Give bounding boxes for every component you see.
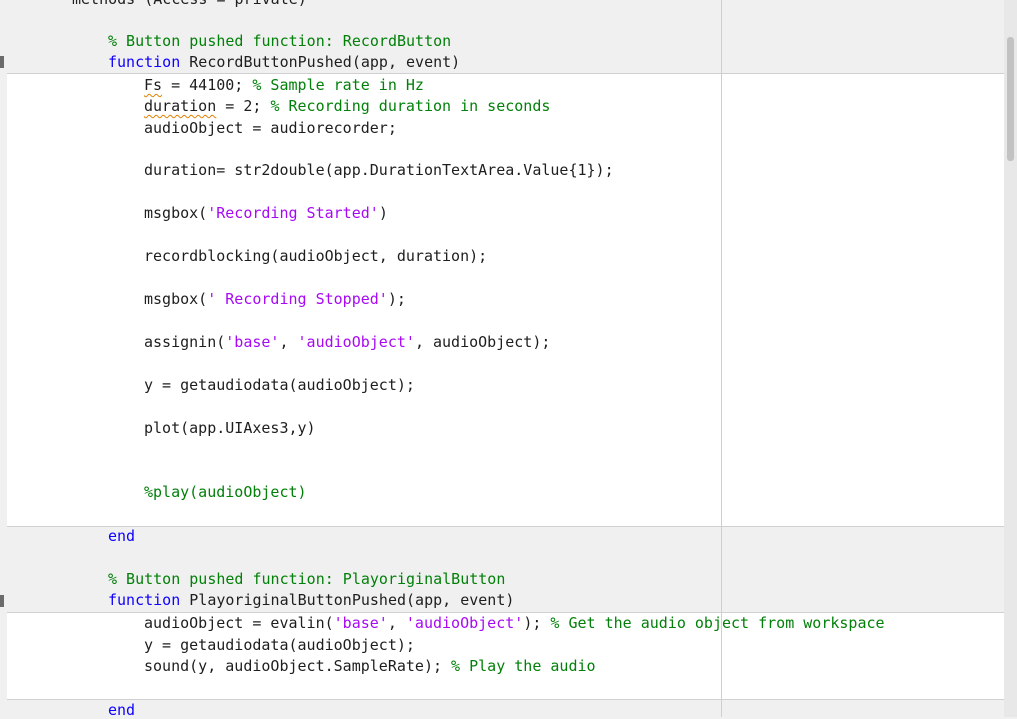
code-token: 'audioObject' <box>405 614 524 632</box>
code-line-methods-header[interactable]: methods (Access = private) <box>72 0 307 8</box>
code-line-recordblocking[interactable]: recordblocking(audioObject, duration); <box>144 247 487 265</box>
code-token: % Get the audio object from workspace <box>550 614 885 632</box>
code-token: 'base' <box>333 614 388 632</box>
code-token: function <box>108 53 181 71</box>
code-line-sound[interactable]: sound(y, audioObject.SampleRate); % Play… <box>144 657 596 675</box>
code-token: = 2; <box>216 97 271 115</box>
code-token: duration <box>144 97 217 115</box>
code-token: ); <box>523 614 551 632</box>
code-token: function <box>108 591 181 609</box>
code-line-comment-playoriginal[interactable]: % Button pushed function: PlayoriginalBu… <box>108 570 505 588</box>
code-token: duration= str2double(app.DurationTextAre… <box>144 161 614 179</box>
code-line-play-comment[interactable]: %play(audioObject) <box>144 483 307 501</box>
code-line-audiorecorder[interactable]: audioObject = audiorecorder; <box>144 119 397 137</box>
code-line-assignin[interactable]: assignin('base', 'audioObject', audioObj… <box>144 333 550 351</box>
code-token: plot(app.UIAxes3,y) <box>144 419 316 437</box>
code-token: , audioObject); <box>414 333 551 351</box>
code-line-msgbox-started[interactable]: msgbox('Recording Started') <box>144 204 388 222</box>
code-token: msgbox( <box>144 204 208 222</box>
code-token: = 44100; <box>162 76 253 94</box>
code-token: PlayoriginalButtonPushed(app, event) <box>180 591 515 609</box>
code-token: sound(y, audioObject.SampleRate); <box>144 657 452 675</box>
breakpoint-gutter-marker[interactable] <box>0 595 4 607</box>
right-margin-line <box>721 0 722 717</box>
code-token: % Button pushed function: RecordButton <box>108 32 452 50</box>
scrollbar-thumb[interactable] <box>1007 37 1014 161</box>
code-token: end <box>108 527 136 545</box>
code-line-duration[interactable]: duration = 2; % Recording duration in se… <box>144 97 550 115</box>
code-editor[interactable]: methods (Access = private) % Button push… <box>0 0 1004 719</box>
code-token: 'audioObject' <box>297 333 415 351</box>
code-token: % Play the audio <box>451 657 596 675</box>
code-token: audioObject = evalin( <box>144 614 334 632</box>
code-token: % Button pushed function: PlayoriginalBu… <box>108 570 506 588</box>
code-token: 'base' <box>225 333 280 351</box>
code-token: end <box>108 701 136 719</box>
vertical-scrollbar[interactable] <box>1004 0 1017 717</box>
code-line-comment-recordbutton[interactable]: % Button pushed function: RecordButton <box>108 32 451 50</box>
code-token: % Sample rate in Hz <box>252 76 424 94</box>
code-token: % Recording duration in seconds <box>270 97 551 115</box>
code-line-getaudiodata[interactable]: y = getaudiodata(audioObject); <box>144 376 415 394</box>
code-line-msgbox-stopped[interactable]: msgbox(' Recording Stopped'); <box>144 290 406 308</box>
code-line-function-playoriginalbuttonpushed[interactable]: function PlayoriginalButtonPushed(app, e… <box>108 591 514 609</box>
code-line-end-2[interactable]: end <box>108 701 135 719</box>
code-token: ); <box>387 290 406 308</box>
code-line-end[interactable]: end <box>108 527 135 545</box>
code-token: ) <box>378 204 388 222</box>
code-line-function-recordbuttonpushed[interactable]: function RecordButtonPushed(app, event) <box>108 53 460 71</box>
code-token: assignin( <box>144 333 226 351</box>
code-token: Fs <box>144 76 163 94</box>
code-token: ' Recording Stopped' <box>207 290 388 308</box>
code-line-evalin[interactable]: audioObject = evalin('base', 'audioObjec… <box>144 614 885 632</box>
code-token: , <box>387 614 406 632</box>
code-line-plot[interactable]: plot(app.UIAxes3,y) <box>144 419 316 437</box>
code-line-fs[interactable]: Fs = 44100; % Sample rate in Hz <box>144 76 424 94</box>
code-token: RecordButtonPushed(app, event) <box>180 53 461 71</box>
code-token: recordblocking(audioObject, duration); <box>144 247 488 265</box>
code-token: y = getaudiodata(audioObject); <box>144 376 415 394</box>
code-token: 'Recording Started' <box>207 204 379 222</box>
breakpoint-gutter-marker[interactable] <box>0 56 4 68</box>
code-token: msgbox( <box>144 290 208 308</box>
code-token: y = getaudiodata(audioObject); <box>144 636 415 654</box>
code-token: methods (Access = private) <box>72 0 307 8</box>
code-line-str2double[interactable]: duration= str2double(app.DurationTextAre… <box>144 161 614 179</box>
code-token: , <box>279 333 298 351</box>
code-token: audioObject = audiorecorder; <box>144 119 397 137</box>
code-line-getaudiodata-2[interactable]: y = getaudiodata(audioObject); <box>144 636 415 654</box>
code-token: %play(audioObject) <box>144 483 307 501</box>
